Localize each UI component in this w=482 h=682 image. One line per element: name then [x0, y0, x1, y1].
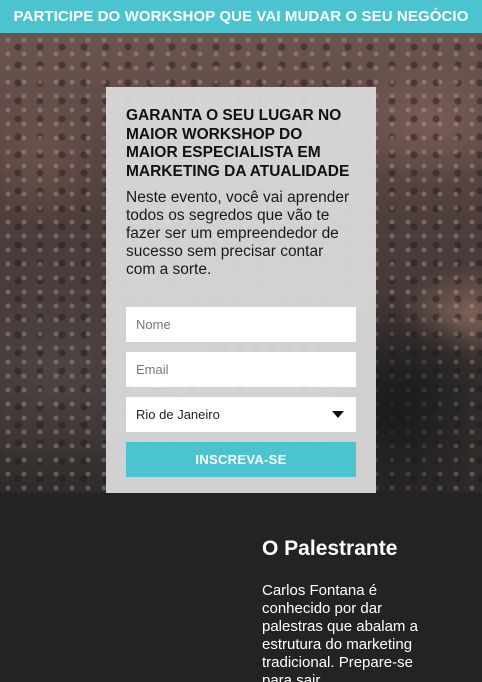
subscribe-button[interactable]: INSCREVA-SE	[126, 442, 356, 477]
top-banner: PARTICIPE DO WORKSHOP QUE VAI MUDAR O SE…	[0, 0, 482, 33]
name-input[interactable]	[126, 307, 356, 342]
hero-section: GARANTA O SEU LUGAR NO MAIOR WORKSHOP DO…	[0, 33, 482, 493]
city-select[interactable]: Rio de Janeiro	[126, 397, 356, 432]
speaker-heading: O Palestrante	[262, 537, 398, 560]
landing-page: PARTICIPE DO WORKSHOP QUE VAI MUDAR O SE…	[0, 0, 482, 682]
banner-text: PARTICIPE DO WORKSHOP QUE VAI MUDAR O SE…	[13, 8, 469, 25]
city-select-value: Rio de Janeiro	[136, 407, 220, 422]
chevron-down-icon	[332, 411, 344, 418]
form-description: Neste evento, você vai aprender todos os…	[126, 189, 350, 278]
signup-form-card: GARANTA O SEU LUGAR NO MAIOR WORKSHOP DO…	[106, 87, 376, 493]
email-input[interactable]	[126, 352, 356, 387]
form-title: GARANTA O SEU LUGAR NO MAIOR WORKSHOP DO…	[126, 107, 350, 180]
speaker-bio: Carlos Fontana é conhecido por dar pales…	[262, 582, 418, 682]
speaker-section: O Palestrante Carlos Fontana é conhecido…	[0, 493, 482, 682]
